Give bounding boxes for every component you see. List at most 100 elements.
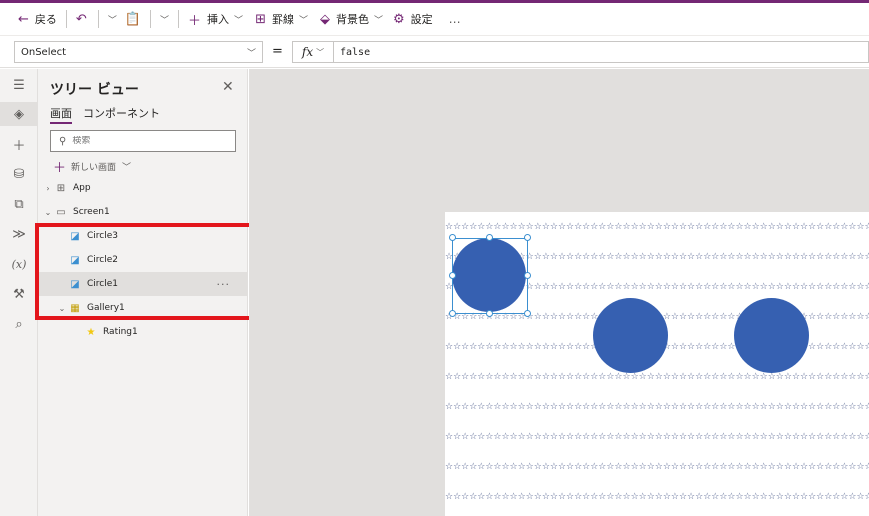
tree-node-screen1[interactable]: ⌄ ▭ Screen1 <box>38 200 248 224</box>
back-button[interactable]: ← 戻る <box>14 7 61 31</box>
panel-title: ツリー ビュー <box>50 82 139 98</box>
tab-screens[interactable]: 画面 <box>50 105 72 124</box>
close-icon[interactable]: ✕ <box>222 79 234 95</box>
clipboard-icon: 📋 <box>124 11 142 27</box>
insert-plus-icon[interactable]: ＋ <box>0 132 38 156</box>
resize-handle[interactable] <box>486 234 493 241</box>
tree-node-app[interactable]: › ⊞ App <box>38 176 248 200</box>
tree-node-gallery1[interactable]: ⌄ ▦ Gallery1 <box>38 296 248 320</box>
back-label: 戻る <box>34 13 57 26</box>
formula-text: false <box>340 46 371 58</box>
shape-icon: ◪ <box>70 278 80 290</box>
property-name: OnSelect <box>21 46 67 58</box>
arrow-left-icon: ← <box>18 11 29 27</box>
resize-handle[interactable] <box>449 272 456 279</box>
layers-icon[interactable]: ◈ <box>0 102 38 126</box>
node-label: Circle1 <box>87 279 118 289</box>
database-icon[interactable]: ⛁ <box>0 162 38 186</box>
paste-dropdown[interactable]: ﹀ <box>156 7 173 31</box>
rating-stars: ☆☆☆☆☆☆☆☆☆☆☆☆☆☆☆☆☆☆☆☆☆☆☆☆☆☆☆☆☆☆☆☆☆☆☆☆☆☆☆☆… <box>445 432 869 442</box>
undo-button[interactable]: ↶ <box>72 7 93 31</box>
property-dropdown[interactable]: OnSelect ﹀ <box>14 41 263 63</box>
circle3[interactable] <box>734 298 809 373</box>
rating-stars: ☆☆☆☆☆☆☆☆☆☆☆☆☆☆☆☆☆☆☆☆☆☆☆☆☆☆☆☆☆☆☆☆☆☆☆☆☆☆☆☆… <box>445 402 869 412</box>
chevron-down-icon: ﹀ <box>122 163 132 173</box>
background-color-button[interactable]: ⬙ 背景色 ﹀ <box>316 7 387 31</box>
new-screen-label: 新しい画面 <box>71 163 117 173</box>
more-options-button[interactable]: … <box>449 12 462 26</box>
tab-components[interactable]: コンポーネント <box>83 105 160 121</box>
formula-input[interactable]: false <box>334 41 869 63</box>
search-box[interactable]: ⚲ <box>50 130 236 152</box>
node-label: Gallery1 <box>87 303 125 313</box>
node-label: Circle3 <box>87 231 118 241</box>
more-options-icon[interactable]: ··· <box>217 278 231 291</box>
plus-icon: ＋ <box>53 161 67 176</box>
tree-node-rating1[interactable]: ★ Rating1 <box>38 320 248 344</box>
left-rail: ☰ ◈ ＋ ⛁ ⧉ ≫ (x) ⚒ ⌕ <box>0 69 38 516</box>
chevron-down-icon[interactable]: ⌄ <box>42 208 54 217</box>
resize-handle[interactable] <box>524 272 531 279</box>
gallery-icon: ▦ <box>70 302 80 314</box>
tree-node-circle2[interactable]: ◪ Circle2 <box>38 248 248 272</box>
undo-icon: ↶ <box>75 11 87 27</box>
chevron-down-icon[interactable]: ⌄ <box>56 304 68 313</box>
shape-icon: ◪ <box>70 230 80 242</box>
border-icon: ⊞ <box>255 11 266 27</box>
app-icon: ⊞ <box>56 182 66 194</box>
divider <box>178 10 180 28</box>
tree-node-circle3[interactable]: ◪ Circle3 <box>38 224 248 248</box>
divider <box>97 10 99 28</box>
insert-label: 挿入 <box>207 13 230 26</box>
rating-stars: ☆☆☆☆☆☆☆☆☆☆☆☆☆☆☆☆☆☆☆☆☆☆☆☆☆☆☆☆☆☆☆☆☆☆☆☆☆☆☆☆… <box>445 462 869 472</box>
hamburger-menu-icon[interactable]: ☰ <box>0 73 38 97</box>
chevron-down-icon: ﹀ <box>160 15 170 26</box>
circle2[interactable] <box>593 298 668 373</box>
screen1-canvas[interactable]: ☆☆☆☆☆☆☆☆☆☆☆☆☆☆☆☆☆☆☆☆☆☆☆☆☆☆☆☆☆☆☆☆☆☆☆☆☆☆☆☆… <box>445 212 869 516</box>
variables-icon[interactable]: (x) <box>0 252 38 276</box>
border-label: 罫線 <box>271 13 294 26</box>
formula-bar: OnSelect ﹀ = fx ﹀ false <box>0 36 869 68</box>
chevron-right-icon[interactable]: › <box>42 184 54 193</box>
screen-icon: ▭ <box>56 206 66 218</box>
tools-icon[interactable]: ⚒ <box>0 282 38 306</box>
paint-bucket-icon: ⬙ <box>319 11 330 27</box>
new-screen-button[interactable]: ＋ 新しい画面 ﹀ <box>53 157 131 176</box>
divider <box>65 10 67 28</box>
divider <box>150 10 152 28</box>
equals-sign: = <box>272 44 283 59</box>
chevron-down-icon: ﹀ <box>107 15 117 26</box>
undo-dropdown[interactable]: ﹀ <box>104 7 121 31</box>
command-bar: ← 戻る ↶ ﹀ 📋 ﹀ ＋ 挿入 ﹀ ⊞ 罫線 ﹀ ⬙ 背景色 ﹀ ⚙ 設定 … <box>0 3 869 36</box>
chevron-down-icon: ﹀ <box>246 49 256 59</box>
resize-handle[interactable] <box>486 310 493 317</box>
node-label: App <box>73 183 91 193</box>
chevron-down-icon: ﹀ <box>316 47 325 57</box>
paste-button[interactable]: 📋 <box>121 7 145 31</box>
node-label: Rating1 <box>103 327 138 337</box>
tree-view-panel: ツリー ビュー ✕ 画面 コンポーネント ⚲ ＋ 新しい画面 ﹀ › ⊞ App… <box>38 69 248 516</box>
resize-handle[interactable] <box>524 310 531 317</box>
fx-icon: fx <box>301 45 314 59</box>
gear-icon: ⚙ <box>393 11 405 27</box>
function-button[interactable]: fx ﹀ <box>292 41 334 63</box>
insert-button[interactable]: ＋ 挿入 ﹀ <box>184 7 247 31</box>
resize-handle[interactable] <box>449 310 456 317</box>
rating-stars: ☆☆☆☆☆☆☆☆☆☆☆☆☆☆☆☆☆☆☆☆☆☆☆☆☆☆☆☆☆☆☆☆☆☆☆☆☆☆☆☆… <box>445 492 869 502</box>
background-color-label: 背景色 <box>335 13 369 26</box>
tree-node-circle1[interactable]: ◪ Circle1 ··· <box>38 272 248 296</box>
circle1[interactable] <box>452 238 526 312</box>
search-icon[interactable]: ⌕ <box>0 312 38 336</box>
chevron-down-icon: ﹀ <box>234 15 244 26</box>
settings-button[interactable]: ⚙ 設定 <box>389 7 437 31</box>
border-button[interactable]: ⊞ 罫線 ﹀ <box>251 7 312 31</box>
chevron-down-icon: ﹀ <box>298 15 308 26</box>
resize-handle[interactable] <box>524 234 531 241</box>
rating-stars: ☆☆☆☆☆☆☆☆☆☆☆☆☆☆☆☆☆☆☆☆☆☆☆☆☆☆☆☆☆☆☆☆☆☆☆☆☆☆☆☆… <box>445 222 869 232</box>
search-input[interactable] <box>72 136 223 146</box>
settings-label: 設定 <box>410 13 433 26</box>
resize-handle[interactable] <box>449 234 456 241</box>
power-automate-icon[interactable]: ≫ <box>0 222 38 246</box>
media-icon[interactable]: ⧉ <box>0 192 38 216</box>
plus-icon: ＋ <box>188 13 202 29</box>
